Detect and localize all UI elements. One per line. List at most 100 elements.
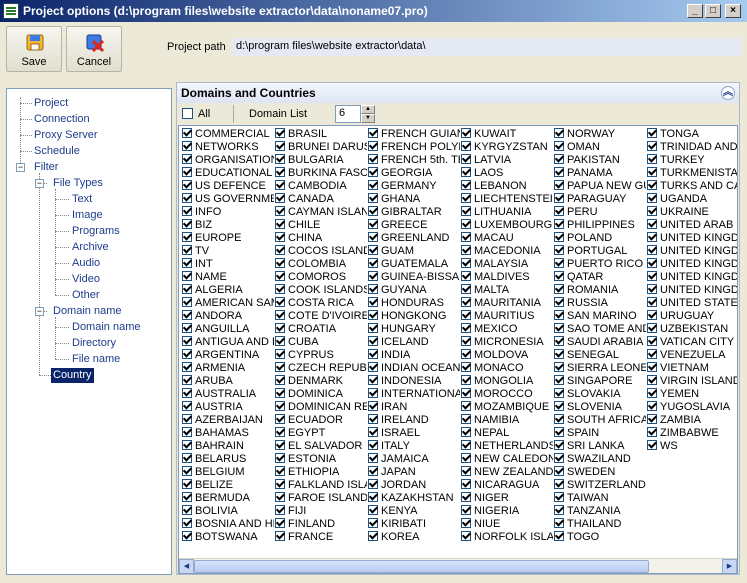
domain-item[interactable]: MALDIVES — [460, 271, 553, 284]
domain-checkbox[interactable] — [554, 193, 564, 204]
domain-list-spinner[interactable]: ▲ ▼ — [361, 105, 375, 123]
domain-item[interactable]: ARUBA — [181, 375, 274, 388]
domain-item[interactable]: YUGOSLAVIA — [646, 401, 737, 414]
domain-checkbox[interactable] — [368, 492, 378, 503]
domain-checkbox[interactable] — [461, 128, 471, 139]
domain-checkbox[interactable] — [647, 219, 657, 230]
domain-item[interactable]: GREECE — [367, 219, 460, 232]
close-button[interactable]: × — [725, 4, 741, 18]
domain-checkbox[interactable] — [461, 232, 471, 243]
domain-item[interactable]: NIGERIA — [460, 505, 553, 518]
domain-item[interactable]: PARAGUAY — [553, 193, 646, 206]
domain-checkbox[interactable] — [554, 336, 564, 347]
domain-checkbox[interactable] — [368, 245, 378, 256]
domain-item[interactable]: HONGKONG — [367, 310, 460, 323]
domain-checkbox[interactable] — [461, 388, 471, 399]
domain-checkbox[interactable] — [182, 180, 192, 191]
domain-checkbox[interactable] — [461, 310, 471, 321]
domain-item[interactable]: MICRONESIA — [460, 336, 553, 349]
domain-checkbox[interactable] — [647, 258, 657, 269]
domain-item[interactable]: ITALY — [367, 440, 460, 453]
domain-item[interactable]: SPAIN — [553, 427, 646, 440]
domain-checkbox[interactable] — [461, 375, 471, 386]
domain-checkbox[interactable] — [554, 310, 564, 321]
domain-item[interactable]: TONGA — [646, 128, 737, 141]
domain-checkbox[interactable] — [182, 258, 192, 269]
domain-checkbox[interactable] — [275, 206, 285, 217]
domain-checkbox[interactable] — [182, 479, 192, 490]
domain-checkbox[interactable] — [461, 219, 471, 230]
domain-item[interactable]: UNITED KINGDOM — [646, 258, 737, 271]
domain-checkbox[interactable] — [554, 466, 564, 477]
domain-item[interactable]: FRENCH POLYNESIA — [367, 141, 460, 154]
domain-checkbox[interactable] — [461, 479, 471, 490]
domain-item[interactable]: TAIWAN — [553, 492, 646, 505]
domain-checkbox[interactable] — [554, 505, 564, 516]
domain-checkbox[interactable] — [275, 531, 285, 542]
domain-item[interactable]: COCOS ISLANDS — [274, 245, 367, 258]
collapse-icon[interactable]: ︽ — [721, 86, 735, 100]
options-tree[interactable]: − − − Project Connection Proxy Server Sc… — [6, 88, 172, 575]
domain-item[interactable]: WS — [646, 440, 737, 453]
domain-item[interactable]: FRENCH GUIANA — [367, 128, 460, 141]
tree-item-programs[interactable]: Programs — [72, 224, 120, 239]
domain-item[interactable]: DOMINICAN REPUBLIC — [274, 401, 367, 414]
domain-item[interactable]: TRINIDAD AND TOBAGO — [646, 141, 737, 154]
domain-item[interactable]: DENMARK — [274, 375, 367, 388]
domain-item[interactable]: PORTUGAL — [553, 245, 646, 258]
domain-item[interactable]: AUSTRIA — [181, 401, 274, 414]
domain-item[interactable]: JAMAICA — [367, 453, 460, 466]
domain-item[interactable]: FIJI — [274, 505, 367, 518]
domain-checkbox[interactable] — [182, 505, 192, 516]
domain-item[interactable]: ICELAND — [367, 336, 460, 349]
domain-checkbox[interactable] — [275, 310, 285, 321]
domain-item[interactable]: NORFOLK ISLAND — [460, 531, 553, 544]
tree-item-country[interactable]: Country — [51, 368, 94, 383]
domain-checkbox[interactable] — [368, 505, 378, 516]
domain-checkbox[interactable] — [461, 258, 471, 269]
domain-item[interactable]: SWEDEN — [553, 466, 646, 479]
domain-checkbox[interactable] — [368, 297, 378, 308]
domain-checkbox[interactable] — [554, 232, 564, 243]
domain-checkbox[interactable] — [554, 284, 564, 295]
domain-item[interactable]: PHILIPPINES — [553, 219, 646, 232]
domain-item[interactable]: KENYA — [367, 505, 460, 518]
domain-item[interactable]: MAURITIUS — [460, 310, 553, 323]
domain-checkbox[interactable] — [554, 401, 564, 412]
domain-checkbox[interactable] — [275, 128, 285, 139]
domain-item[interactable]: UNITED STATES — [646, 297, 737, 310]
domain-checkbox[interactable] — [647, 271, 657, 282]
domain-checkbox[interactable] — [275, 401, 285, 412]
domain-item[interactable]: PUERTO RICO — [553, 258, 646, 271]
domain-checkbox[interactable] — [461, 531, 471, 542]
domain-checkbox[interactable] — [182, 518, 192, 529]
domain-checkbox[interactable] — [368, 310, 378, 321]
domain-checkbox[interactable] — [182, 414, 192, 425]
domain-item[interactable]: UNITED KINGDOM — [646, 232, 737, 245]
domain-item[interactable]: NAMIBIA — [460, 414, 553, 427]
domain-checkbox[interactable] — [182, 349, 192, 360]
domain-item[interactable]: SWITZERLAND — [553, 479, 646, 492]
domain-item[interactable]: GUYANA — [367, 284, 460, 297]
domain-checkbox[interactable] — [554, 271, 564, 282]
domain-item[interactable]: SAN MARINO — [553, 310, 646, 323]
domain-checkbox[interactable] — [461, 414, 471, 425]
domain-checkbox[interactable] — [182, 232, 192, 243]
domain-item[interactable]: BELIZE — [181, 479, 274, 492]
domain-checkbox[interactable] — [647, 206, 657, 217]
domain-item[interactable]: BERMUDA — [181, 492, 274, 505]
domain-item[interactable]: MOZAMBIQUE — [460, 401, 553, 414]
spin-down-icon[interactable]: ▼ — [361, 114, 375, 123]
domain-checkbox[interactable] — [554, 440, 564, 451]
domain-item[interactable]: SLOVENIA — [553, 401, 646, 414]
tree-item-text[interactable]: Text — [72, 192, 92, 207]
domain-item[interactable]: OMAN — [553, 141, 646, 154]
domain-item[interactable]: TV — [181, 245, 274, 258]
all-checkbox[interactable] — [182, 108, 193, 119]
domain-item[interactable]: UNITED ARAB EMIRATES — [646, 219, 737, 232]
domain-checkbox[interactable] — [461, 323, 471, 334]
domain-item[interactable]: INDIAN OCEAN — [367, 362, 460, 375]
domain-checkbox[interactable] — [368, 531, 378, 542]
domain-checkbox[interactable] — [461, 206, 471, 217]
domain-item[interactable]: NEPAL — [460, 427, 553, 440]
